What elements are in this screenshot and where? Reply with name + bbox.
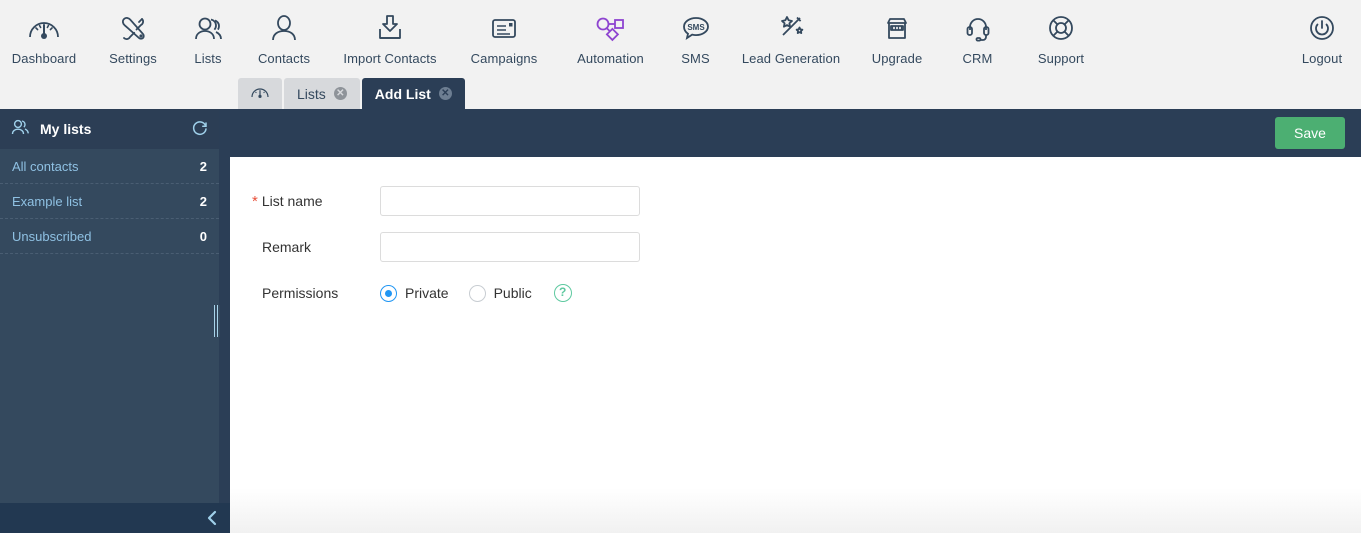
store-icon [879,8,915,48]
question-mark-icon[interactable]: ? [553,284,572,302]
form-row-remark: Remark [230,231,1361,263]
toolbar-label: Automation [577,51,644,66]
sidebar-title: My lists [40,121,92,137]
toolbar-item-settings[interactable]: Settings [88,0,178,66]
import-inbox-icon [372,8,408,48]
sidebar-item-count: 2 [199,193,207,209]
tools-icon [115,8,151,48]
main-toolbar: Dashboard Settings Lists Contacts Import… [0,0,1361,77]
tab-strip: Lists ✕ Add List ✕ [0,77,1361,109]
content-footer [230,488,1361,533]
radio-private-label: Private [405,285,449,301]
toolbar-item-crm[interactable]: CRM [940,0,1015,66]
toolbar-label: Upgrade [871,51,923,66]
chevron-left-icon[interactable] [202,508,222,528]
label-text: List name [261,193,323,209]
main-content: * List name Remark Permissions Private P… [230,157,1361,533]
remark-input[interactable] [380,232,640,262]
sidebar-bottom-bar [0,503,230,533]
toolbar-label: Logout [1301,51,1343,66]
toolbar-item-campaigns[interactable]: Campaigns [450,0,558,66]
toolbar-item-support[interactable]: Support [1015,0,1107,66]
toolbar-label: Campaigns [470,51,538,66]
form-row-list-name: * List name [230,185,1361,217]
tab-add-list[interactable]: Add List ✕ [361,78,465,109]
add-list-form: * List name Remark Permissions Private P… [230,157,1361,309]
people-group-icon [10,117,32,142]
sidebar-header: My lists [0,109,219,149]
sidebar-item-label: All contacts [12,158,79,174]
tab-label: Add List [374,85,431,102]
radio-public-label: Public [493,285,532,301]
list-name-label: * List name [230,193,380,209]
headset-icon [960,8,996,48]
toolbar-item-lead-generation[interactable]: Lead Generation [728,0,854,66]
toolbar-label: Support [1037,51,1085,66]
toolbar-label: Lead Generation [741,51,841,66]
toolbar-label: Contacts [257,51,311,66]
workflow-nodes-icon [592,8,630,48]
sidebar-item-unsubscribed[interactable]: Unsubscribed 0 [0,219,219,254]
tab-close-icon[interactable]: ✕ [333,87,347,100]
save-button[interactable]: Save [1275,117,1345,149]
toolbar-item-lists[interactable]: Lists [178,0,238,66]
toolbar-item-contacts[interactable]: Contacts [238,0,330,66]
sidebar-list: All contacts 2 Example list 2 Unsubscrib… [0,149,219,254]
toolbar-item-automation[interactable]: Automation [558,0,663,66]
svg-text:SMS: SMS [687,23,705,32]
remark-label: Remark [230,239,380,255]
toolbar-label: SMS [681,51,710,66]
sidebar-resize-handle[interactable] [214,305,220,337]
tab-label: Lists [297,85,326,102]
tab-close-icon[interactable]: ✕ [438,87,452,100]
radio-option-private[interactable]: Private [380,284,463,302]
sidebar-item-count: 0 [199,228,207,244]
toolbar-item-dashboard[interactable]: Dashboard [0,0,88,66]
sidebar-item-all-contacts[interactable]: All contacts 2 [0,149,219,184]
required-marker: * [252,192,258,210]
toolbar-label: CRM [962,51,993,66]
people-group-icon [190,8,226,48]
toolbar-item-import-contacts[interactable]: Import Contacts [330,0,450,66]
gauge-icon [26,8,62,48]
magic-wand-icon [773,8,809,48]
toolbar-label: Settings [109,51,157,66]
sidebar: My lists All contacts 2 Example list 2 U… [0,109,219,503]
gauge-icon [250,83,270,104]
permissions-label: Permissions [230,285,380,301]
sidebar-item-example-list[interactable]: Example list 2 [0,184,219,219]
sms-bubble-icon: SMS [678,8,714,48]
toolbar-label: Lists [194,51,222,66]
form-row-permissions: Permissions Private Public ? [230,277,1361,309]
tab-lists[interactable]: Lists ✕ [284,78,360,109]
toolbar-label: Dashboard [11,51,77,66]
tab-dashboard[interactable] [238,78,282,109]
toolbar-item-logout[interactable]: Logout [1283,0,1361,66]
sidebar-item-count: 2 [199,158,207,174]
power-icon [1304,8,1340,48]
toolbar-item-upgrade[interactable]: Upgrade [854,0,940,66]
toolbar-item-sms[interactable]: SMS SMS [663,0,728,66]
radio-option-public[interactable]: Public [468,284,546,302]
permissions-radio-group: Private Public ? [380,284,572,302]
sidebar-gutter [219,109,230,503]
radio-public[interactable] [468,284,486,302]
label-text: Remark [262,239,312,255]
person-icon [266,8,302,48]
toolbar-label: Import Contacts [343,51,437,66]
envelope-letter-icon [486,8,522,48]
sidebar-item-label: Example list [12,193,83,209]
lifebuoy-icon [1043,8,1079,48]
radio-private[interactable] [380,284,397,302]
sidebar-item-label: Unsubscribed [12,228,92,244]
label-text: Permissions [262,285,339,301]
refresh-icon[interactable] [191,120,209,138]
list-name-input[interactable] [380,186,640,216]
